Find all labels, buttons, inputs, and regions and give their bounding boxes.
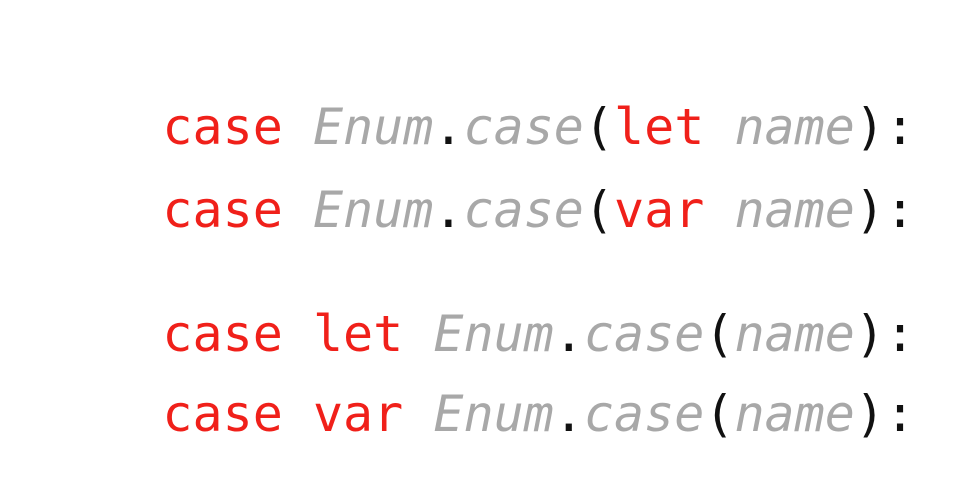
punctuation-token: .	[433, 181, 464, 239]
code-line-var-outside: case var Enum.case(name):	[42, 339, 915, 489]
identifier-token: Enum	[433, 385, 554, 443]
identifier-token: case	[463, 181, 584, 239]
keyword-token: var	[312, 385, 404, 443]
punctuation-token: (	[583, 181, 615, 239]
keyword-token: case	[162, 385, 283, 443]
identifier-token: name	[734, 181, 855, 239]
identifier-token: name	[734, 385, 855, 443]
punctuation-token: ):	[854, 385, 916, 443]
keyword-token: case	[162, 181, 283, 239]
identifier-token: case	[583, 385, 705, 443]
punctuation-token: .	[553, 385, 584, 443]
keyword-token: var	[614, 181, 705, 239]
code-block: case Enum.case(let name): case Enum.case…	[42, 0, 915, 439]
punctuation-token: ):	[854, 181, 916, 239]
punctuation-token: (	[704, 385, 735, 443]
identifier-token: Enum	[312, 181, 434, 239]
